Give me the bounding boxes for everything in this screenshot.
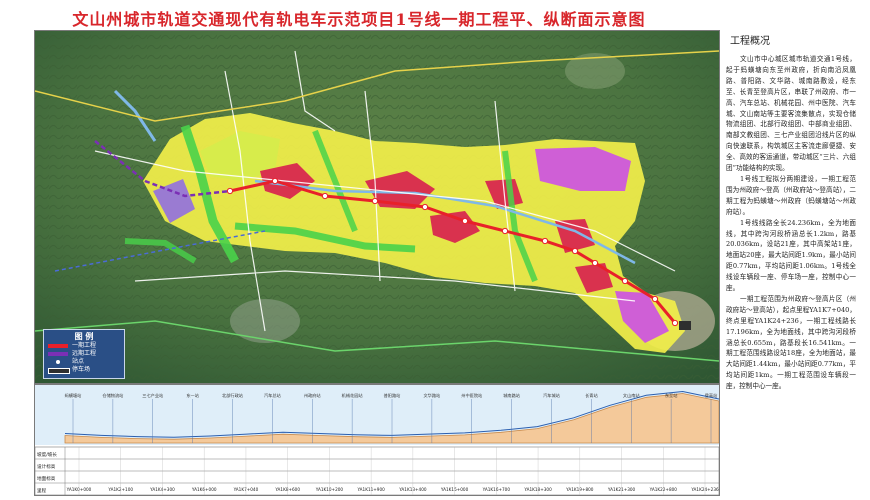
station-label: 文华路站 xyxy=(423,392,440,399)
station-marker xyxy=(321,192,329,200)
station-label: 三七产业站 xyxy=(142,392,163,399)
station-label: 州政府站 xyxy=(304,392,321,399)
legend-swatch xyxy=(56,360,60,364)
legend-label: 停车场 xyxy=(72,366,91,373)
station-label: 普阳路站 xyxy=(384,392,401,399)
legend-item: 站点 xyxy=(48,358,124,366)
overview-paragraph: 一期工程范围为州政府～登高片区（州政府站～登高站），起点里程YA1K7+040，… xyxy=(726,294,856,391)
station-marker xyxy=(541,237,549,245)
station-label: 蚂蟥塘站 xyxy=(65,392,82,399)
depot-marker xyxy=(679,321,691,330)
mileage-label: YA1K0+000 xyxy=(66,487,92,492)
drawing-frame: 文山州城市轨道交通现代有轨电车示范项目1号线一期工程平、纵断面示意图 图 例 一… xyxy=(0,0,870,500)
station-label: 汽车总站 xyxy=(264,392,281,399)
mileage-label: YA1K24+236 xyxy=(690,487,719,492)
station-label: 仓储物流站 xyxy=(102,392,123,399)
mileage-label: YA1K18+300 xyxy=(523,487,552,492)
legend-item: 一期工程 xyxy=(48,342,124,350)
station-label: 州中医院站 xyxy=(461,392,482,399)
legend-item: 停车场 xyxy=(48,366,124,374)
row-label: 里程 xyxy=(37,487,47,494)
mileage-label: YA1K8+600 xyxy=(274,487,300,492)
bare-land-patch xyxy=(230,299,300,343)
station-marker xyxy=(591,259,599,267)
station-marker xyxy=(571,247,579,255)
mileage-label: YA1K22+800 xyxy=(649,487,678,492)
mileage-label: YA1K10+200 xyxy=(315,487,344,492)
station-label: 文山南站 xyxy=(623,392,640,399)
station-label: 东至站 xyxy=(665,392,678,399)
station-marker xyxy=(621,277,629,285)
station-marker xyxy=(651,295,659,303)
station-label: 汽车城站 xyxy=(543,392,560,399)
mileage-label: YA1K2+100 xyxy=(107,487,133,492)
mileage-label: YA1K7+040 xyxy=(233,487,259,492)
station-marker xyxy=(671,319,679,327)
legend-label: 远期工程 xyxy=(72,350,97,357)
mileage-label: YA1K15+000 xyxy=(440,487,469,492)
overview-paragraph: 1号线工程拟分两期建设，一期工程范围为州政府～登高（州政府站～登高站），二期工程… xyxy=(726,174,856,216)
station-marker xyxy=(226,187,234,195)
longitudinal-profile[interactable]: 蚂蟥塘站 仓储物流站 三七产业站 东一站 北部行政站 汽车总站 州政府站 机械花园站 普阳路站 文… xyxy=(34,384,720,496)
mileage-label: YA1K19+800 xyxy=(565,487,594,492)
station-label: 长青站 xyxy=(585,392,598,399)
legend-title: 图 例 xyxy=(74,332,94,341)
row-label: 坡度/坡长 xyxy=(37,451,57,458)
map-svg xyxy=(35,31,719,383)
station-label: 城南路站 xyxy=(503,392,520,399)
mileage-label: YA1K16+700 xyxy=(482,487,511,492)
station-label: 东一站 xyxy=(186,392,199,399)
station-label: 登高站 xyxy=(705,392,718,399)
mileage-label: YA1K21+300 xyxy=(607,487,636,492)
plan-map[interactable]: 图 例 一期工程 远期工程 站点 停车场 xyxy=(34,30,720,384)
legend-swatch xyxy=(48,352,68,356)
profile-svg: 蚂蟥塘站 仓储物流站 三七产业站 东一站 北部行政站 汽车总站 州政府站 机械花园站 普阳路站 文… xyxy=(35,385,719,495)
mileage-label: YA1K13+400 xyxy=(398,487,427,492)
legend-item: 远期工程 xyxy=(48,350,124,358)
overview-paragraph: 1号线线路全长24.236km，全为地面线，其中跨沟河段桥涵总长1.2km，路基… xyxy=(726,218,856,293)
overview-paragraph: 文山市中心城区城市轨道交通1号线，起于蚂蟥塘向东至州政府，折向南沿凤凰路、普阳路… xyxy=(726,55,856,173)
legend-swatch xyxy=(48,344,68,348)
legend-swatch xyxy=(48,368,70,374)
drawing-title: 文山州城市轨道交通现代有轨电车示范项目1号线一期工程平、纵断面示意图 xyxy=(72,10,646,29)
row-label: 地面标高 xyxy=(37,475,56,482)
overview-title: 工程概况 xyxy=(730,36,770,47)
row-label: 设计标高 xyxy=(37,463,56,470)
overview-body: 文山市中心城区城市轨道交通1号线，起于蚂蟥塘向东至州政府，折向南沿凤凰路、普阳路… xyxy=(726,54,856,392)
project-overview-panel: 工程概况 文山市中心城区城市轨道交通1号线，起于蚂蟥塘向东至州政府，折向南沿凤凰… xyxy=(726,30,864,490)
legend-label: 一期工程 xyxy=(72,342,97,349)
station-marker xyxy=(271,177,279,185)
mileage-label: YA1K11+900 xyxy=(356,487,385,492)
station-marker xyxy=(371,197,379,205)
mileage-label: YA1K4+300 xyxy=(149,487,175,492)
station-marker xyxy=(461,217,469,225)
station-marker xyxy=(421,203,429,211)
map-legend: 图 例 一期工程 远期工程 站点 停车场 xyxy=(43,329,125,379)
legend-label: 站点 xyxy=(72,358,85,365)
mileage-label: YA1K6+000 xyxy=(191,487,217,492)
station-label: 北部行政站 xyxy=(222,392,243,399)
station-label: 机械花园站 xyxy=(342,392,363,399)
station-marker xyxy=(501,227,509,235)
